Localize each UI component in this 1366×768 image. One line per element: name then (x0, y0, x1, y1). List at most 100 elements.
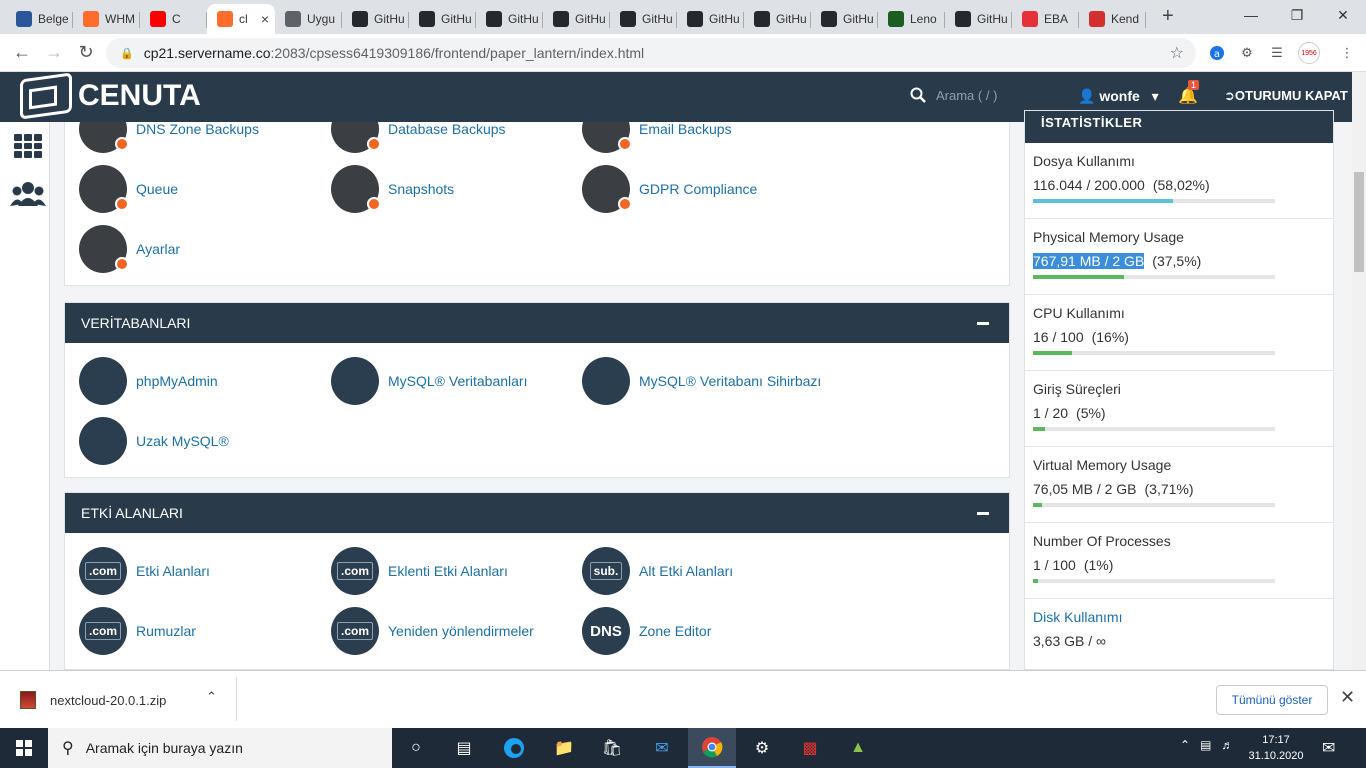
maximize-button[interactable]: ❐ (1274, 0, 1320, 30)
feature-link[interactable]: sub. Alt Etki Alanları (582, 547, 733, 595)
icon-tag: .com (336, 622, 373, 640)
bluestacks-icon[interactable]: ▲ (834, 728, 882, 768)
github-icon (553, 11, 569, 27)
cortana-icon[interactable]: ○ (392, 728, 440, 768)
browser-tab[interactable]: GitHu (811, 4, 878, 34)
browser-tab[interactable]: GitHu (744, 4, 811, 34)
stat-label[interactable]: Disk Kullanımı (1033, 609, 1333, 625)
mail-icon[interactable]: ✉ (638, 728, 686, 768)
apps-grid-icon[interactable] (14, 134, 42, 158)
network-icon[interactable]: ▤ (1200, 738, 1211, 752)
reading-list-icon[interactable]: ☰ (1266, 42, 1288, 64)
browser-tab[interactable]: WHM (73, 4, 140, 34)
stat-item: Disk Kullanımı 3,63 GB / ∞ (1025, 599, 1333, 675)
page-scrollbar[interactable] (1352, 72, 1366, 670)
search-icon (910, 87, 926, 103)
stat-label: CPU Kullanımı (1033, 305, 1125, 321)
feature-link[interactable]: Snapshots (331, 165, 454, 213)
file-explorer-icon[interactable]: 📁 (540, 728, 588, 768)
feature-link[interactable]: phpMyAdmin (79, 357, 218, 405)
browser-tab[interactable]: Leno (878, 4, 945, 34)
taskbar-search[interactable]: ⚲ Aramak için buraya yazın (48, 728, 392, 768)
browser-menu-icon[interactable]: ⋮ (1336, 42, 1358, 64)
feature-link[interactable]: .com Eklenti Etki Alanları (331, 547, 508, 595)
notifications-button[interactable]: 🔔 1 (1178, 80, 1200, 106)
minimize-button[interactable]: — (1228, 0, 1274, 30)
chevron-up-icon[interactable]: ⌃ (1180, 738, 1190, 752)
url-input[interactable]: 🔒 cp21.servername.co :2083/cpsess6419309… (106, 38, 1196, 68)
browser-tab[interactable]: GitHu (677, 4, 744, 34)
browser-tab[interactable]: C (140, 4, 207, 34)
domains-header[interactable]: ETKİ ALANLARI (65, 493, 1009, 533)
feature-link[interactable]: MySQL® Veritabanı Sihirbazı (582, 357, 821, 405)
browser-tab[interactable]: EBA (1012, 4, 1079, 34)
chevron-down-icon[interactable]: ⌃ (206, 689, 217, 705)
feature-link[interactable]: MySQL® Veritabanları (331, 357, 528, 405)
users-icon[interactable] (10, 180, 46, 208)
store-icon[interactable]: 🛍 (588, 728, 636, 768)
edge-icon[interactable] (490, 728, 538, 768)
close-icon[interactable]: ✕ (1340, 687, 1355, 708)
browser-tab[interactable]: Uygu (275, 4, 342, 34)
clock[interactable]: 17:17 31.10.2020 (1246, 732, 1306, 764)
profile-avatar[interactable]: 1956 (1298, 42, 1320, 64)
feature-link[interactable]: DNS Zone Backups (79, 122, 259, 153)
new-tab-button[interactable]: + (1162, 5, 1174, 28)
extension-a-icon[interactable]: a (1206, 42, 1228, 64)
start-button[interactable] (0, 728, 48, 768)
databases-header[interactable]: VERİTABANLARI (65, 303, 1009, 343)
feature-link[interactable]: Database Backups (331, 122, 506, 153)
feature-label: MySQL® Veritabanı Sihirbazı (639, 373, 822, 389)
feature-link[interactable]: Email Backups (582, 122, 732, 153)
left-nav (0, 122, 50, 670)
browser-tab[interactable]: GitHu (409, 4, 476, 34)
feature-link[interactable]: Queue (79, 165, 178, 213)
task-view-icon[interactable]: ▤ (440, 728, 488, 768)
browser-tab[interactable]: GitHu (543, 4, 610, 34)
close-tab-icon[interactable]: × (261, 11, 269, 27)
github-icon (352, 11, 368, 27)
cenuta-logo[interactable]: CENUTA (20, 72, 201, 120)
winrar-icon[interactable]: ▩ (786, 728, 834, 768)
stat-item: Physical Memory Usage 767,91 MB / 2 GB (37… (1025, 219, 1333, 295)
chrome-icon[interactable] (688, 728, 736, 768)
browser-tab[interactable]: GitHu (945, 4, 1012, 34)
forward-button[interactable]: → (38, 42, 70, 63)
tab-title: EBA (1044, 12, 1069, 26)
browser-tab[interactable]: GitHu (342, 4, 409, 34)
logo-box-icon (20, 72, 72, 120)
extensions-puzzle-icon[interactable]: ⚙ (1236, 42, 1258, 64)
browser-tab[interactable]: GitHu (476, 4, 543, 34)
close-window-button[interactable]: ✕ (1320, 0, 1366, 30)
stat-percent: (5%) (1076, 405, 1106, 421)
feature-link[interactable]: Uzak MySQL® (79, 417, 229, 465)
feature-link[interactable]: .com Etki Alanları (79, 547, 210, 595)
lenovo-icon (888, 11, 904, 27)
stat-value-row: 76,05 MB / 2 GB (3,71%) (1033, 481, 1333, 497)
show-all-button[interactable]: Tümünü göster (1216, 685, 1328, 715)
back-button[interactable]: ← (6, 42, 38, 63)
stat-value: 1 / 20 (1033, 405, 1069, 421)
feature-link[interactable]: Ayarlar (79, 225, 180, 273)
collapse-icon[interactable] (977, 322, 989, 325)
volume-icon[interactable]: ♬ (1221, 738, 1233, 752)
header-search[interactable]: Arama ( / ) (910, 87, 997, 103)
action-center-icon[interactable]: ✉ (1322, 738, 1335, 758)
user-menu[interactable]: 👤 wonfe ▾ (1078, 88, 1159, 105)
feature-link[interactable]: GDPR Compliance (582, 165, 757, 213)
tab-title: GitHu (776, 12, 806, 26)
browser-tab[interactable]: GitHu (610, 4, 677, 34)
logout-button[interactable]: ➲OTURUMU KAPAT (1224, 88, 1348, 104)
download-item[interactable]: nextcloud-20.0.1.zip (20, 691, 166, 709)
collapse-icon[interactable] (977, 512, 989, 515)
bookmark-star-icon[interactable]: ☆ (1170, 43, 1184, 63)
app-icon[interactable]: ⚙ (738, 728, 786, 768)
browser-tab[interactable]: cl × (207, 4, 275, 34)
feature-link[interactable]: DNS Zone Editor (582, 607, 711, 655)
scroll-thumb[interactable] (1354, 172, 1364, 272)
feature-link[interactable]: .com Yeniden yönlendirmeler (331, 607, 534, 655)
reload-button[interactable]: ↻ (70, 42, 102, 63)
browser-tab[interactable]: Kend (1079, 4, 1146, 34)
browser-tab[interactable]: Belge (6, 4, 73, 34)
feature-link[interactable]: .com Rumuzlar (79, 607, 196, 655)
